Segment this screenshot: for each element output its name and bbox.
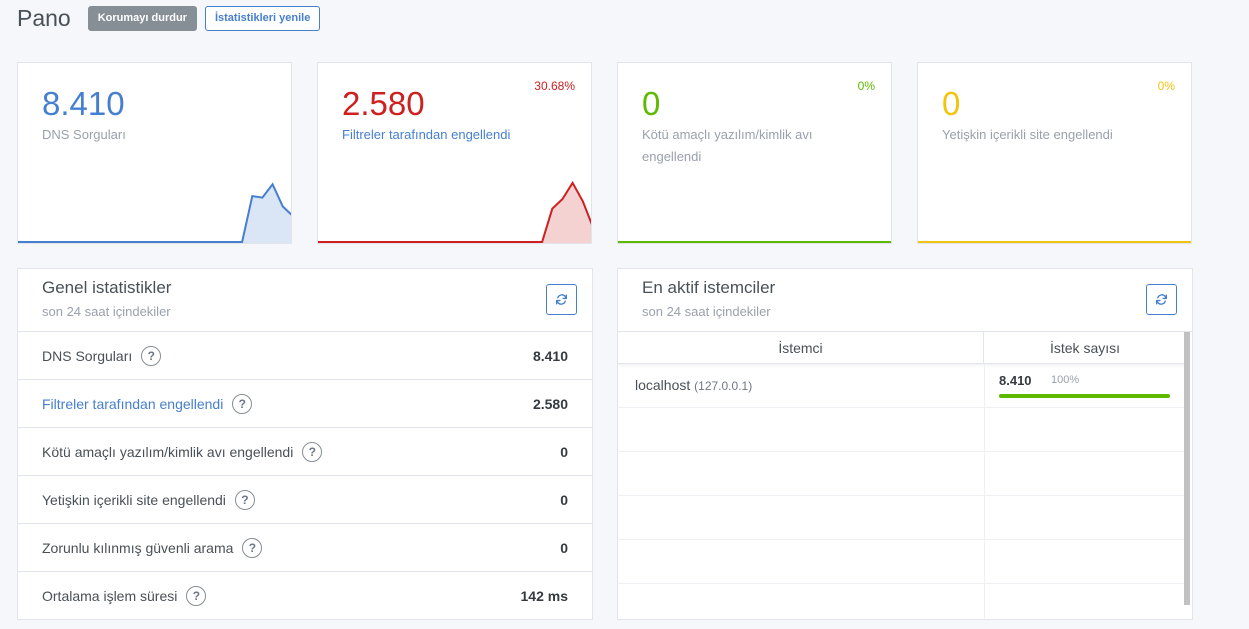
help-icon[interactable]: ? [186, 586, 207, 606]
help-icon[interactable]: ? [302, 441, 323, 462]
stat-row-blocked-filters: Filtreler tarafından engellendi ? 2.580 [18, 380, 592, 428]
stat-card-label: Kötü amaçlı yazılım/kimlik avı engellend… [642, 127, 813, 164]
sparkline-chart [918, 241, 1191, 243]
stat-card-label: DNS Sorguları [42, 127, 126, 142]
row-value: 2.580 [532, 395, 568, 412]
column-header-client[interactable]: İstemci [618, 332, 984, 364]
column-divider [984, 408, 985, 451]
stat-card-value: 0 [642, 85, 661, 122]
column-divider [984, 540, 985, 583]
stat-card-blocked-filters: 30.68% 2.580 Filtreler tarafından engell… [317, 62, 592, 244]
client-ip: (127.0.0.1) [694, 379, 753, 393]
panel-title: Genel istatistikler [42, 278, 172, 297]
panel-header: Genel istatistikler son 24 saat içindeki… [18, 269, 592, 332]
column-header-request-count[interactable]: İstek sayısı [984, 332, 1186, 364]
stat-card-adult-blocked: 0% 0 Yetişkin içerikli site engellendi [917, 62, 1192, 244]
column-divider [984, 584, 985, 619]
sparkline-chart [318, 180, 591, 243]
stat-card-percent: 0% [857, 79, 875, 93]
progress-fill [999, 394, 1170, 398]
refresh-icon [555, 294, 568, 305]
panel-header: En aktif istemciler son 24 saat içindeki… [618, 269, 1192, 332]
stat-card-label: Filtreler tarafından engellendi [342, 127, 511, 142]
row-value: 0 [560, 491, 568, 508]
sparkline-chart [18, 182, 291, 243]
help-icon[interactable]: ? [232, 393, 253, 414]
refresh-icon [1155, 294, 1168, 305]
help-icon[interactable]: ? [141, 345, 162, 366]
stat-row-dns-queries: DNS Sorguları ? 8.410 [18, 332, 592, 380]
client-name: localhost (127.0.0.1) [635, 377, 752, 393]
page-header: Pano Korumayı durdur İstatistikleri yeni… [17, 5, 328, 31]
refresh-stats-button[interactable]: İstatistikleri yenile [204, 5, 321, 31]
client-hostname: localhost [635, 377, 691, 393]
row-label-link[interactable]: Filtreler tarafından engellendi [42, 396, 223, 412]
column-divider [984, 452, 985, 495]
refresh-general-stats-button[interactable] [546, 284, 577, 315]
stat-card-percent: 30.68% [534, 79, 575, 93]
column-divider [984, 364, 985, 407]
general-stats-panel: Genel istatistikler son 24 saat içindeki… [17, 268, 593, 620]
table-row-empty [618, 584, 1186, 619]
table-row[interactable]: localhost (127.0.0.1) 8.410 100% [618, 364, 1186, 408]
row-value: 0 [560, 443, 568, 460]
request-count: 8.410 [999, 373, 1032, 388]
table-header: İstemci İstek sayısı [618, 332, 1186, 364]
top-clients-panel: En aktif istemciler son 24 saat içindeki… [617, 268, 1193, 620]
table-row-empty [618, 452, 1186, 496]
table-row-empty [618, 540, 1186, 584]
page-title: Pano [17, 4, 71, 31]
stat-row-safe-search: Zorunlu kılınmış güvenli arama ? 0 [18, 524, 592, 572]
table-row-empty [618, 408, 1186, 452]
table-row-empty [618, 496, 1186, 540]
stat-card-dns-queries: 8.410 DNS Sorguları [17, 62, 292, 244]
request-percent: 100% [1051, 374, 1080, 386]
help-icon[interactable]: ? [234, 489, 255, 510]
stat-card-value: 8.410 [42, 85, 125, 122]
panel-title: En aktif istemciler [642, 278, 776, 297]
row-label: Zorunlu kılınmış güvenli arama [42, 539, 234, 556]
row-value: 8.410 [532, 347, 568, 364]
refresh-top-clients-button[interactable] [1146, 284, 1177, 315]
stat-card-percent: 0% [1157, 79, 1175, 93]
column-divider [984, 496, 985, 539]
request-progress-bar [999, 394, 1170, 398]
sparkline-area [18, 184, 291, 243]
row-label: DNS Sorguları [42, 347, 133, 364]
stop-protection-button[interactable]: Korumayı durdur [87, 5, 197, 31]
stat-row-adult-blocked: Yetişkin içerikli site engellendi ? 0 [18, 476, 592, 524]
stat-card-value: 0 [942, 85, 961, 122]
help-icon[interactable]: ? [242, 537, 263, 558]
stat-row-malware-blocked: Kötü amaçlı yazılım/kimlik avı engellend… [18, 428, 592, 476]
row-label: Yetişkin içerikli site engellendi [42, 491, 226, 508]
row-label: Ortalama işlem süresi [42, 588, 178, 604]
stat-card-value: 2.580 [342, 85, 425, 122]
stat-card-label: Yetişkin içerikli site engellendi [942, 127, 1113, 142]
table-scrollbar[interactable] [1184, 332, 1190, 605]
row-value: 142 ms [520, 588, 568, 604]
panel-subtitle: son 24 saat içindekiler [642, 304, 771, 319]
stat-card-malware-blocked: 0% 0 Kötü amaçlı yazılım/kimlik avı enge… [617, 62, 892, 244]
panel-subtitle: son 24 saat içindekiler [42, 304, 171, 319]
row-label: Kötü amaçlı yazılım/kimlik avı engellend… [42, 443, 294, 460]
sparkline-chart [618, 241, 891, 243]
row-value: 0 [560, 539, 568, 556]
stat-row-avg-processing-time: Ortalama işlem süresi ? 142 ms [18, 572, 592, 620]
